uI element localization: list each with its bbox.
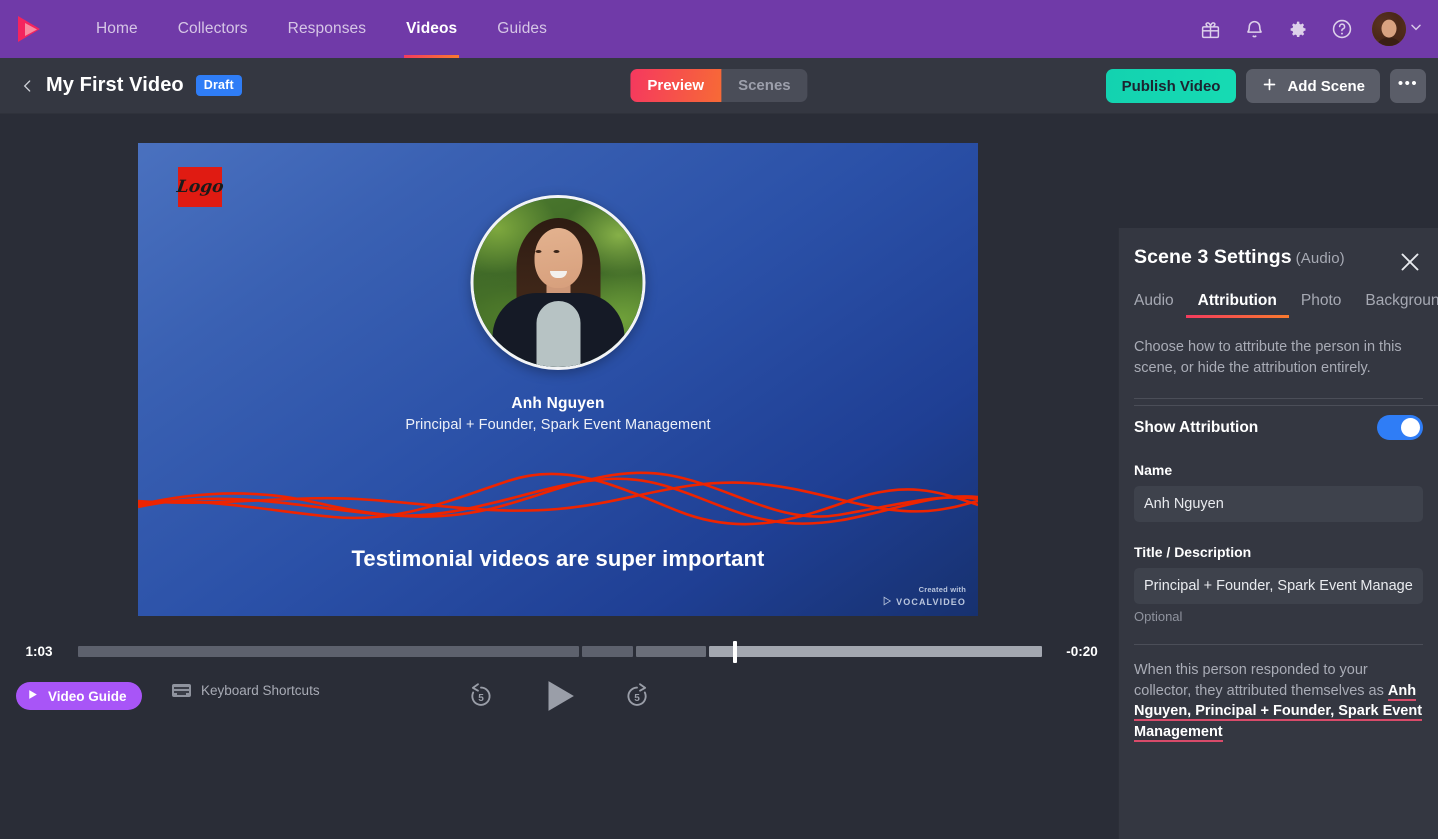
svg-text:5: 5 bbox=[634, 693, 640, 704]
brand-logo-overlay: Logo bbox=[175, 167, 225, 207]
timeline-segment-3[interactable] bbox=[636, 645, 706, 657]
panel-title: Scene 3 Settings (Audio) bbox=[1134, 246, 1345, 269]
panel-description: Choose how to attribute the person in th… bbox=[1134, 339, 1402, 376]
timeline-segment-2[interactable] bbox=[582, 645, 634, 657]
top-navigation-bar: Home Collectors Responses Videos Guides bbox=[0, 0, 1438, 58]
timeline-segment-1[interactable] bbox=[78, 645, 580, 657]
remaining-time: -0:20 bbox=[1066, 643, 1098, 659]
video-subheader: My First Video Draft Preview Scenes Publ… bbox=[0, 58, 1438, 114]
nav-items: Home Collectors Responses Videos Guides bbox=[76, 0, 567, 58]
play-button[interactable] bbox=[536, 673, 582, 719]
toggle-knob bbox=[1401, 418, 1420, 438]
player-controls: Video Guide Keyboard Shortcuts 5 5 bbox=[0, 668, 1118, 725]
status-badge: Draft bbox=[195, 75, 242, 96]
page-title: My First Video bbox=[46, 74, 184, 96]
more-options-button[interactable]: ••• bbox=[1390, 69, 1426, 103]
original-attribution-note: When this person responded to your colle… bbox=[1134, 660, 1423, 742]
optional-hint: Optional bbox=[1134, 609, 1183, 625]
panel-title-main: Scene 3 Settings bbox=[1134, 246, 1292, 268]
plus-icon bbox=[1261, 76, 1278, 97]
nav-item-guides-label: Guides bbox=[497, 20, 547, 37]
publish-video-button[interactable]: Publish Video bbox=[1105, 69, 1237, 103]
nav-item-home-label: Home bbox=[96, 20, 138, 37]
timeline-segment-4[interactable] bbox=[708, 645, 1042, 657]
add-scene-button[interactable]: Add Scene bbox=[1246, 69, 1380, 103]
nav-right-actions bbox=[1190, 0, 1424, 58]
tab-photo[interactable]: Photo bbox=[1289, 292, 1354, 318]
panel-header: Scene 3 Settings (Audio) bbox=[1119, 228, 1438, 269]
show-attribution-row: Show Attribution bbox=[1134, 415, 1423, 441]
original-attribution-prefix: When this person responded to your colle… bbox=[1134, 662, 1388, 699]
nav-item-videos-label: Videos bbox=[406, 20, 458, 37]
transport-controls: 5 5 bbox=[458, 673, 660, 719]
nav-item-home[interactable]: Home bbox=[76, 0, 158, 58]
scene-caption: Testimonial videos are super important bbox=[351, 546, 765, 571]
play-triangle-icon bbox=[26, 688, 39, 704]
brand-logo-overlay-label: Logo bbox=[175, 177, 225, 197]
tab-scenes[interactable]: Scenes bbox=[721, 69, 808, 102]
nav-item-videos[interactable]: Videos bbox=[386, 0, 477, 58]
tab-audio[interactable]: Audio bbox=[1134, 292, 1186, 318]
watermark-play-icon bbox=[882, 596, 892, 608]
nav-item-collectors[interactable]: Collectors bbox=[158, 0, 268, 58]
bell-icon[interactable] bbox=[1234, 9, 1274, 49]
back-chevron-icon[interactable] bbox=[14, 71, 40, 101]
video-guide-button[interactable]: Video Guide bbox=[16, 682, 142, 710]
tab-attribution[interactable]: Attribution bbox=[1185, 292, 1290, 318]
panel-tabs: Audio Attribution Photo Background bbox=[1134, 286, 1438, 318]
title-description-field[interactable] bbox=[1134, 568, 1423, 605]
timeline-row: 1:03 -0:20 bbox=[0, 634, 1118, 668]
user-menu[interactable] bbox=[1372, 12, 1424, 46]
nav-item-collectors-label: Collectors bbox=[177, 20, 248, 37]
nav-item-guides[interactable]: Guides bbox=[477, 0, 567, 58]
name-field-label: Name bbox=[1134, 462, 1173, 479]
nav-item-responses[interactable]: Responses bbox=[268, 0, 386, 58]
show-attribution-toggle[interactable] bbox=[1377, 415, 1423, 441]
avatar bbox=[1372, 12, 1406, 46]
scene-attribution-name: Anh Nguyen bbox=[511, 395, 605, 412]
panel-divider-1 bbox=[1134, 398, 1423, 400]
timeline-scrubber[interactable] bbox=[78, 640, 1042, 663]
add-scene-label: Add Scene bbox=[1287, 77, 1365, 95]
video-stage: Logo Anh Nguyen Principal + Founder, Spa… bbox=[0, 114, 1118, 725]
audio-waveform bbox=[138, 453, 978, 553]
panel-title-sub: (Audio) bbox=[1295, 250, 1345, 267]
chevron-down-icon bbox=[1408, 19, 1424, 40]
keyboard-shortcuts-label: Keyboard Shortcuts bbox=[201, 683, 320, 698]
timeline-playhead[interactable] bbox=[732, 640, 737, 663]
video-preview[interactable]: Logo Anh Nguyen Principal + Founder, Spa… bbox=[138, 143, 978, 616]
close-icon[interactable] bbox=[1396, 248, 1424, 276]
title-field-label: Title / Description bbox=[1134, 544, 1252, 561]
gift-icon[interactable] bbox=[1190, 9, 1230, 49]
main-area: Logo Anh Nguyen Principal + Founder, Spa… bbox=[0, 114, 1438, 839]
gear-icon[interactable] bbox=[1278, 9, 1318, 49]
vocalvideo-play-logo-icon[interactable] bbox=[0, 0, 58, 58]
scene-portrait-photo bbox=[470, 195, 646, 370]
forward-5-icon[interactable]: 5 bbox=[614, 673, 660, 719]
preview-scenes-toggle: Preview Scenes bbox=[630, 69, 808, 102]
svg-text:5: 5 bbox=[478, 693, 484, 704]
panel-divider-2 bbox=[1134, 644, 1423, 646]
watermark-created-with: Created with bbox=[918, 585, 966, 594]
tab-preview[interactable]: Preview bbox=[630, 69, 722, 102]
keyboard-shortcuts-button[interactable]: Keyboard Shortcuts bbox=[172, 683, 320, 698]
watermark-brand: VOCALVIDEO bbox=[896, 597, 966, 607]
vocalvideo-watermark: Created with VOCALVIDEO bbox=[882, 585, 966, 608]
rewind-5-icon[interactable]: 5 bbox=[458, 673, 504, 719]
video-guide-label: Video Guide bbox=[48, 688, 127, 704]
scene-settings-panel: Scene 3 Settings (Audio) Audio Attributio… bbox=[1118, 228, 1438, 839]
current-time: 1:03 bbox=[25, 643, 53, 659]
scene-attribution-title: Principal + Founder, Spark Event Managem… bbox=[405, 417, 711, 433]
keyboard-icon bbox=[172, 684, 191, 697]
show-attribution-label: Show Attribution bbox=[1134, 418, 1259, 436]
subheader-actions: Publish Video Add Scene ••• bbox=[1105, 58, 1426, 114]
help-circle-icon[interactable] bbox=[1322, 9, 1362, 49]
name-field[interactable] bbox=[1134, 486, 1423, 523]
nav-item-responses-label: Responses bbox=[287, 20, 367, 37]
tab-background[interactable]: Background bbox=[1353, 292, 1438, 318]
tabs-divider bbox=[1134, 405, 1438, 406]
